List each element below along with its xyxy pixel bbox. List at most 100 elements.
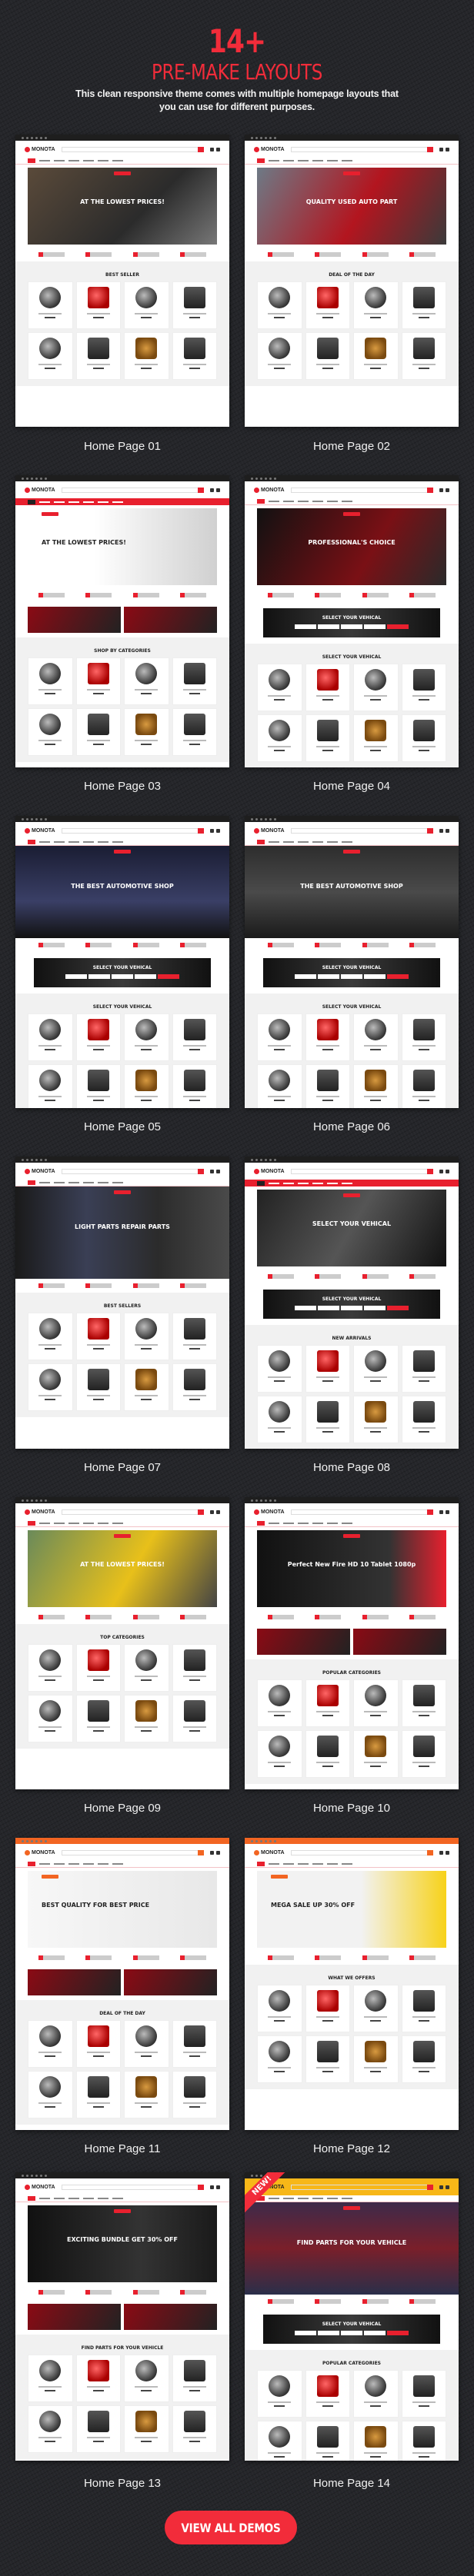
product-image xyxy=(39,1019,62,1040)
product-image xyxy=(183,1019,205,1040)
product-image xyxy=(316,287,339,308)
demo-label[interactable]: Home Page 05 xyxy=(15,1120,229,1134)
mini-nav xyxy=(245,498,459,505)
logo-icon xyxy=(254,827,259,834)
mini-product-card xyxy=(305,1730,350,1778)
demo-card[interactable]: MONOTA AT THE LOWEST PRICES! BEST SELLER xyxy=(15,135,229,427)
product-image xyxy=(135,287,158,308)
product-image xyxy=(412,669,435,691)
product-image xyxy=(39,338,62,359)
mini-topbar xyxy=(245,475,459,481)
demo-card[interactable]: MONOTA Perfect New Fire HD 10 Tablet 108… xyxy=(245,1497,459,1789)
mini-products-section: SELECT YOUR VEHICAL xyxy=(15,993,229,1108)
logo-icon xyxy=(25,1168,30,1174)
mini-header: MONOTA xyxy=(245,1163,459,1180)
demo-card[interactable]: MONOTA PROFESSIONAL'S CHOICE SELECT YOUR… xyxy=(245,475,459,767)
product-image xyxy=(135,1318,158,1340)
mini-section-title: TOP CATEGORIES xyxy=(100,1635,145,1640)
product-image xyxy=(87,1318,109,1340)
product-image xyxy=(87,663,109,684)
product-image xyxy=(135,2025,158,2047)
demo-label[interactable]: Home Page 07 xyxy=(15,1461,229,1475)
product-image xyxy=(365,1685,387,1706)
mini-product-card xyxy=(172,708,217,756)
mini-product-card xyxy=(353,714,399,762)
demo-label[interactable]: Home Page 04 xyxy=(245,780,459,794)
mini-hero-headline: MEGA SALE UP 30% OFF xyxy=(271,1902,356,1909)
product-image xyxy=(135,2411,158,2432)
mini-products-section: BEST SELLER xyxy=(15,261,229,386)
demo-label[interactable]: Home Page 09 xyxy=(15,1802,229,1816)
demo-card[interactable]: MONOTA QUALITY USED AUTO PART DEAL OF TH… xyxy=(245,135,459,427)
mini-hero-button xyxy=(114,2209,131,2213)
demo-card[interactable]: MONOTA AT THE LOWEST PRICES! SHOP BY CAT… xyxy=(15,475,229,767)
product-image xyxy=(39,2360,62,2381)
mini-section-title: SELECT YOUR VEHICAL xyxy=(92,1004,152,1010)
mini-products-section: SELECT YOUR VEHICAL xyxy=(245,644,459,767)
mini-hero-button xyxy=(343,1193,360,1197)
demo-label[interactable]: Home Page 08 xyxy=(245,1461,459,1475)
logo-icon xyxy=(25,2184,30,2190)
mini-product-card xyxy=(124,1313,169,1360)
mini-logo: MONOTA xyxy=(25,2184,55,2190)
demo-label[interactable]: Home Page 12 xyxy=(245,2142,459,2156)
mini-product-card xyxy=(28,332,73,380)
demo-label[interactable]: Home Page 02 xyxy=(245,440,459,454)
product-image xyxy=(135,663,158,684)
mini-product-grid xyxy=(15,1013,229,1108)
mini-product-card xyxy=(124,1363,169,1411)
mini-topbar xyxy=(15,135,229,141)
mini-product-card xyxy=(75,1013,121,1061)
mini-product-card xyxy=(124,1013,169,1061)
mini-logo: MONOTA xyxy=(25,1168,55,1174)
mini-features xyxy=(245,2295,459,2308)
demo-label[interactable]: Home Page 01 xyxy=(15,440,229,454)
mini-product-card xyxy=(75,1644,121,1692)
mini-nav xyxy=(15,1520,229,1527)
product-image xyxy=(316,2375,339,2397)
product-image xyxy=(39,1649,62,1671)
mini-search-bar xyxy=(61,827,205,834)
mini-topbar xyxy=(245,816,459,822)
demo-label[interactable]: Home Page 06 xyxy=(245,1120,459,1134)
demo-card[interactable]: MONOTA SELECT YOUR VEHICAL SELECT YOUR V… xyxy=(245,1157,459,1449)
product-image xyxy=(135,1019,158,1040)
demo-card[interactable]: MONOTA THE BEST AUTOMOTIVE SHOP SELECT Y… xyxy=(245,816,459,1108)
product-image xyxy=(269,287,291,308)
demo-label[interactable]: Home Page 13 xyxy=(15,2477,229,2491)
demo-card[interactable]: MONOTA AT THE LOWEST PRICES! TOP CATEGOR… xyxy=(15,1497,229,1789)
product-image xyxy=(135,714,158,735)
demo-card[interactable]: MONOTA MEGA SALE UP 30% OFF WHAT WE OFFE… xyxy=(245,1838,459,2130)
mini-products-section: NEW ARRIVALS xyxy=(245,1325,459,1449)
product-image xyxy=(135,1369,158,1390)
product-image xyxy=(412,1070,435,1091)
mini-nav xyxy=(245,839,459,846)
view-all-demos-button[interactable]: VIEW ALL DEMOS xyxy=(165,2511,297,2544)
mini-product-card xyxy=(353,1985,399,2032)
mini-product-card xyxy=(353,2035,399,2083)
product-image xyxy=(183,338,205,359)
mini-search-bar xyxy=(290,487,434,493)
product-image xyxy=(316,1990,339,2012)
mini-features xyxy=(15,1951,229,1965)
mini-product-card xyxy=(28,2020,73,2068)
demo-label[interactable]: Home Page 03 xyxy=(15,780,229,794)
mini-hero-headline: EXCITING BUNDLE GET 30% OFF xyxy=(67,2236,178,2243)
product-image xyxy=(316,1350,339,1372)
demo-card[interactable]: MONOTA THE BEST AUTOMOTIVE SHOP SELECT Y… xyxy=(15,816,229,1108)
product-image xyxy=(39,2076,62,2098)
demo-label[interactable]: Home Page 11 xyxy=(15,2142,229,2156)
mini-product-card xyxy=(172,281,217,329)
demo-card[interactable]: MONOTA EXCITING BUNDLE GET 30% OFF FIND … xyxy=(15,2172,229,2461)
demo-label[interactable]: Home Page 14 xyxy=(245,2477,459,2491)
demo-card[interactable]: NEW! MONOTA FIND PARTS FOR YOUR VEHICLE … xyxy=(245,2172,459,2461)
mini-product-card xyxy=(257,664,302,711)
demo-card[interactable]: MONOTA BEST QUALITY FOR BEST PRICE DEAL … xyxy=(15,1838,229,2130)
demo-card[interactable]: MONOTA LIGHT PARTS REPAIR PARTS BEST SEL… xyxy=(15,1157,229,1449)
mini-product-card xyxy=(124,708,169,756)
mini-product-card xyxy=(353,664,399,711)
mini-vehicle-selector: SELECT YOUR VEHICAL xyxy=(263,1290,440,1319)
demo-label[interactable]: Home Page 10 xyxy=(245,1802,459,1816)
mini-product-card xyxy=(257,1064,302,1108)
mini-logo: MONOTA xyxy=(254,1509,285,1515)
